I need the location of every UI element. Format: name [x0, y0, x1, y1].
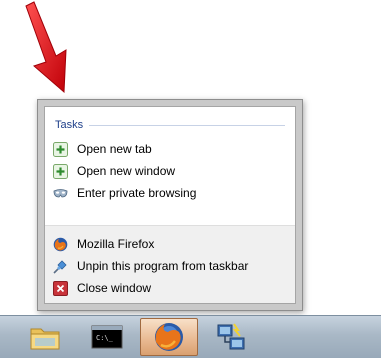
network-icon: [217, 323, 245, 350]
task-enter-private-browsing[interactable]: Enter private browsing: [53, 183, 196, 203]
task-open-new-tab[interactable]: Open new tab: [53, 139, 152, 159]
mask-icon: [53, 186, 68, 201]
task-label: Open new tab: [77, 142, 152, 156]
unpin-icon: [53, 259, 68, 274]
item-mozilla-firefox[interactable]: Mozilla Firefox: [53, 234, 154, 254]
taskbar-button-firefox[interactable]: [140, 318, 198, 356]
green-plus-icon: [53, 163, 68, 179]
taskbar: C:\_: [0, 315, 381, 358]
tasks-section-header: Tasks: [55, 117, 285, 133]
item-label: Unpin this program from taskbar: [77, 259, 249, 273]
folder-icon: [30, 328, 60, 350]
taskbar-button-command-prompt[interactable]: C:\_: [78, 318, 136, 356]
item-close-window[interactable]: Close window: [53, 278, 151, 298]
red-arrow-icon: [25, 1, 67, 94]
item-label: Close window: [77, 281, 152, 295]
tasks-divider: [89, 124, 285, 126]
item-unpin-from-taskbar[interactable]: Unpin this program from taskbar: [53, 256, 248, 276]
close-window-icon: [53, 280, 68, 296]
pinned-section: Mozilla Firefox Unpin this program from …: [45, 225, 295, 303]
cmd-text: C:\_: [96, 334, 114, 342]
green-plus-icon: [53, 141, 68, 157]
jump-list-panel: Tasks Open new tab Open new window Enter…: [44, 106, 296, 304]
firefox-icon: [155, 323, 183, 351]
taskbar-button-explorer[interactable]: [16, 318, 74, 356]
firefox-icon: [53, 237, 68, 252]
cmd-icon: C:\_: [91, 325, 123, 349]
jump-list: Tasks Open new tab Open new window Enter…: [37, 99, 303, 311]
task-label: Enter private browsing: [77, 186, 197, 200]
tasks-label: Tasks: [55, 119, 84, 131]
task-open-new-window[interactable]: Open new window: [53, 161, 175, 181]
taskbar-button-network[interactable]: [202, 318, 260, 356]
item-label: Mozilla Firefox: [77, 237, 155, 251]
task-label: Open new window: [77, 164, 176, 178]
